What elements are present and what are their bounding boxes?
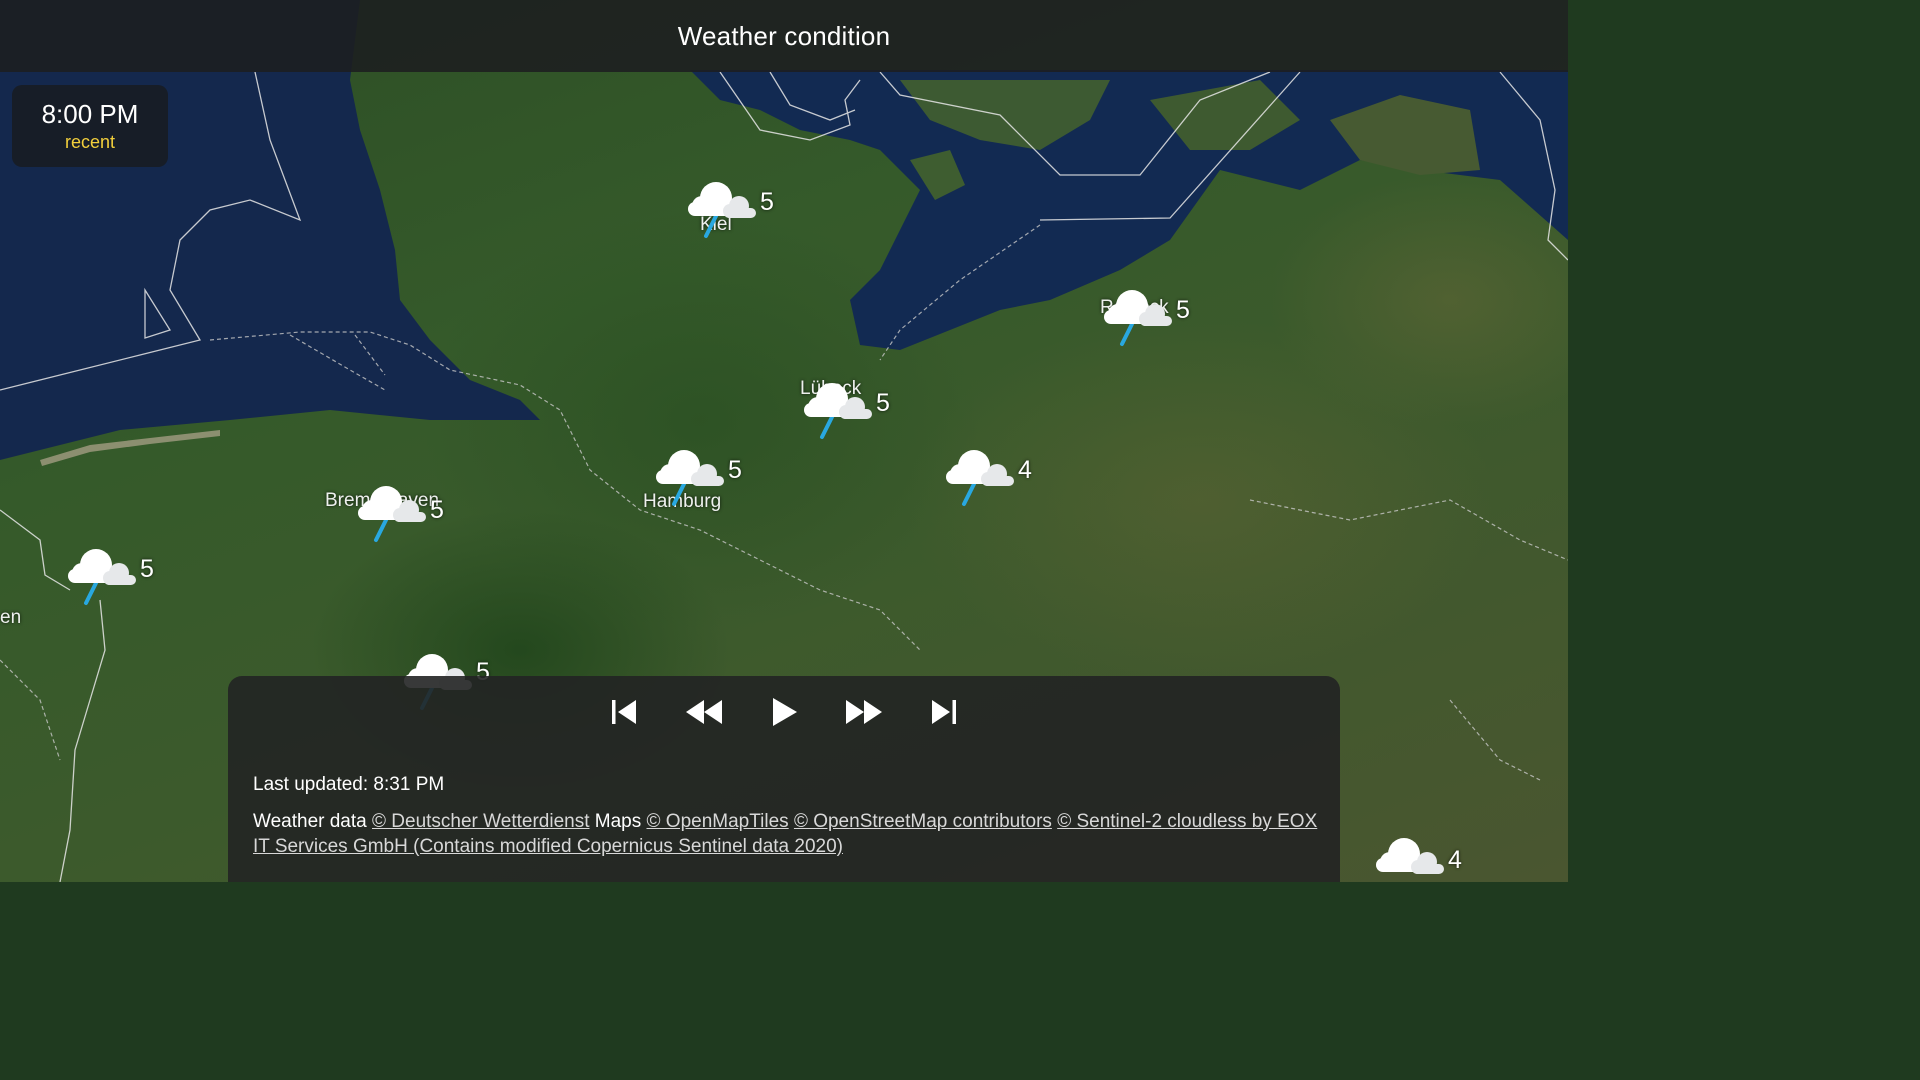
weather-marker[interactable]: 5 [354, 480, 464, 550]
marker-value: 5 [140, 555, 154, 583]
marker-value: 5 [876, 389, 890, 417]
weather-marker[interactable]: 4 [1372, 832, 1482, 882]
marker-value: 5 [430, 496, 444, 524]
play-icon [773, 698, 797, 726]
skip-to-end-button[interactable] [919, 690, 969, 734]
weather-marker[interactable]: 5 [800, 377, 910, 447]
time-status: recent [64, 132, 116, 152]
fast-forward-icon [846, 700, 882, 724]
dwd-link[interactable]: © Deutscher Wetterdienst [372, 811, 589, 832]
maps-label: Maps [594, 811, 642, 832]
playback-panel: Last updated: 8:31 PM Weather data © Deu… [228, 676, 1340, 882]
openmaptiles-link[interactable]: © OpenMapTiles [647, 811, 789, 832]
openstreetmap-link[interactable]: © OpenStreetMap contributors [794, 811, 1052, 832]
marker-value: 5 [760, 188, 774, 216]
skip-to-start-button[interactable] [599, 690, 649, 734]
skip-start-icon [612, 700, 636, 724]
skip-end-icon [932, 700, 956, 724]
rewind-icon [686, 700, 722, 724]
attribution: Weather data © Deutscher Wetterdienst Ma… [253, 809, 1323, 859]
last-updated: Last updated: 8:31 PM [253, 774, 445, 795]
weather-marker[interactable]: 5 [652, 444, 762, 514]
current-time: 8:00 PM [41, 99, 139, 129]
weather-app: Kiel Hamburg Bremerhaven Lübeck Rostock … [0, 0, 1568, 882]
fast-forward-button[interactable] [839, 690, 889, 734]
play-button[interactable] [759, 690, 809, 734]
weather-marker[interactable]: 5 [64, 543, 174, 613]
marker-value: 5 [1176, 296, 1190, 324]
weather-marker[interactable]: 5 [1100, 284, 1210, 354]
marker-value: 5 [728, 456, 742, 484]
playback-controls [228, 690, 1340, 734]
marker-value: 4 [1018, 456, 1032, 484]
app-header: Weather condition [0, 0, 1568, 72]
page-title: Weather condition [677, 20, 891, 51]
weather-data-label: Weather data [253, 811, 367, 832]
marker-value: 4 [1448, 846, 1462, 874]
rewind-button[interactable] [679, 690, 729, 734]
time-indicator: 8:00 PM recent [12, 85, 168, 167]
place-label-partial: en [0, 607, 22, 628]
weather-marker[interactable]: 4 [942, 444, 1052, 514]
weather-marker[interactable]: 5 [684, 176, 794, 246]
